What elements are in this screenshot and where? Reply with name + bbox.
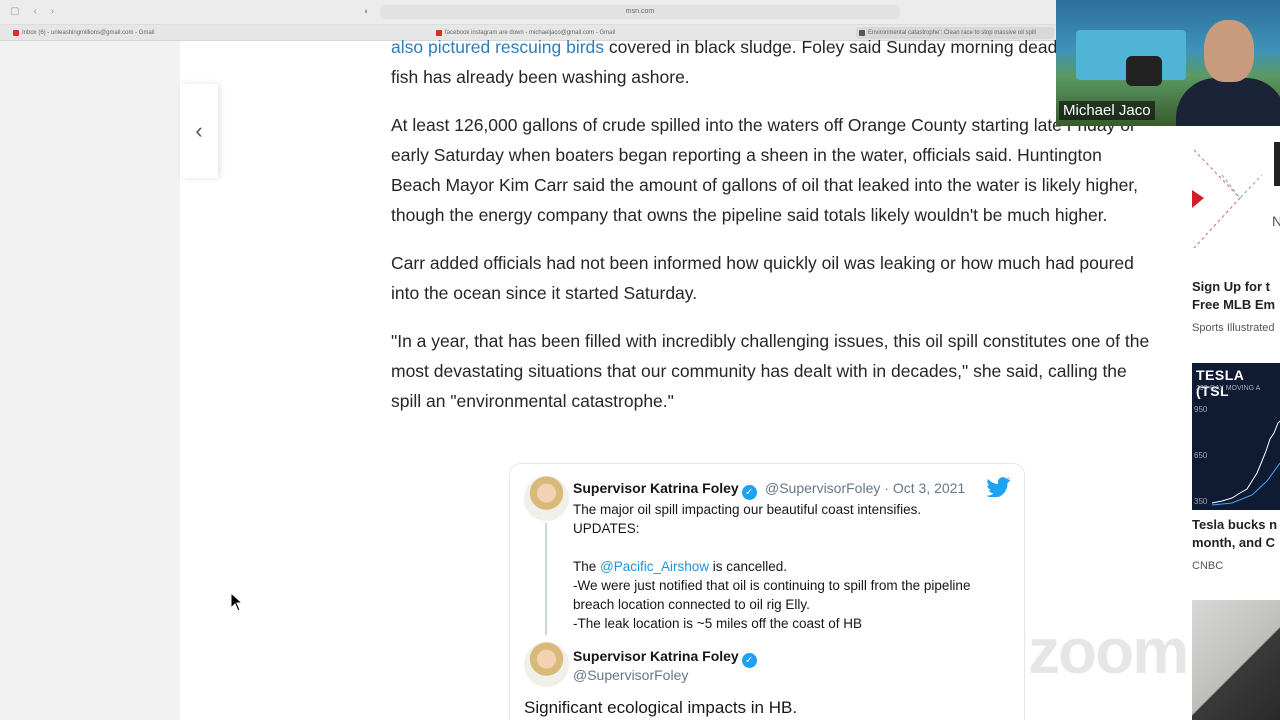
tweet-meta: @SupervisorFoley · Oct 3, 2021	[765, 480, 965, 496]
tweet-line: UPDATES:	[573, 521, 640, 536]
article-paragraph: Carr added officials had not been inform…	[391, 253, 1134, 303]
forward-arrow-icon[interactable]: ›	[51, 6, 54, 17]
svg-text:N: N	[1272, 213, 1280, 229]
tweet-handle[interactable]: @SupervisorFoley	[765, 480, 880, 496]
tweet-text: The major oil spill impacting our beauti…	[573, 500, 1013, 633]
tweet-line: -The leak location is ~5 miles off the c…	[573, 616, 863, 631]
author-name-text: Supervisor Katrina Foley	[573, 648, 739, 664]
verified-badge-icon: ✓	[741, 653, 757, 668]
tweet-line: -We were just notified that oil is conti…	[573, 578, 971, 612]
title-line: Tesla bucks n	[1192, 517, 1278, 532]
browser-nav-icons: ▢ ‹ ›	[10, 6, 54, 17]
previous-article-button[interactable]: ‹	[180, 84, 218, 178]
verified-badge-icon: ✓	[741, 485, 757, 500]
rail-card-title[interactable]: Sign Up for t Free MLB Em	[1192, 278, 1275, 314]
webcam-overlay: Michael Jaco	[1056, 0, 1280, 126]
browser-toolbar: ▢ ‹ › ◐ msn.com	[0, 0, 1056, 25]
quoted-author-name[interactable]: Supervisor Katrina Foley ✓	[573, 648, 757, 668]
gmail-icon	[13, 30, 19, 36]
pacific-airshow-mention-link[interactable]: @Pacific_Airshow	[600, 559, 709, 574]
rail-card-title[interactable]: Tesla bucks n month, and C	[1192, 516, 1277, 552]
webcam-background	[1126, 56, 1162, 86]
address-bar[interactable]: msn.com	[380, 5, 900, 19]
tab-gmail-inbox[interactable]: Inbox (6) - unleashingmillions@gmail.com…	[10, 27, 210, 39]
author-name-text: Supervisor Katrina Foley	[573, 480, 739, 496]
rail-card-source: Sports Illustrated	[1192, 322, 1275, 334]
avatar[interactable]	[524, 476, 569, 521]
webcam-person	[1204, 20, 1254, 82]
url-text: msn.com	[625, 8, 655, 15]
privacy-shield-icon[interactable]: ◐	[364, 6, 369, 16]
quoted-handle[interactable]: @SupervisorFoley	[573, 667, 688, 683]
quoted-avatar[interactable]	[524, 642, 569, 687]
tweet-line: The @Pacific_Airshow is cancelled.	[573, 557, 1013, 576]
quoted-tweet-text: Significant ecological impacts in HB.	[524, 698, 798, 717]
zoom-watermark: zoom	[1028, 615, 1189, 687]
title-line: Sign Up for t	[1192, 279, 1270, 294]
chevron-left-icon: ‹	[195, 118, 203, 143]
thread-line	[545, 523, 547, 635]
back-arrow-icon[interactable]: ‹	[33, 6, 36, 17]
article-paragraph: "In a year, that has been filled with in…	[391, 331, 1150, 411]
tab-label: Inbox (6) - unleashingmillions@gmail.com…	[22, 30, 155, 36]
rail-thumbnail[interactable]	[1192, 600, 1280, 720]
webcam-person	[1176, 78, 1280, 126]
article-paragraph: also pictured rescuing birds covered in …	[391, 32, 1151, 92]
ad-graphic[interactable]: N	[1192, 130, 1280, 255]
tweet-author-name[interactable]: Supervisor Katrina Foley ✓	[573, 480, 757, 500]
mouse-cursor-icon	[230, 592, 244, 612]
tweet-line: The major oil spill impacting our beauti…	[573, 502, 922, 517]
tesla-chart-thumbnail[interactable]: TESLA (TSL 200-DAY MOVING A 950 650 350	[1192, 363, 1280, 510]
title-line: Free MLB Em	[1192, 297, 1276, 312]
tweet-text-fragment: The	[573, 559, 601, 574]
article-paragraph: At least 126,000 gallons of crude spille…	[391, 115, 1139, 225]
meta-separator: ·	[884, 480, 889, 496]
participant-name: Michael Jaco	[1059, 101, 1155, 120]
sidebar-toggle-icon[interactable]: ▢	[10, 6, 19, 17]
rescuing-birds-link[interactable]: also pictured rescuing birds	[391, 37, 604, 57]
twitter-bird-icon[interactable]	[986, 477, 1010, 497]
thumb-line-chart	[1211, 420, 1280, 506]
page-gutter	[0, 41, 180, 720]
tweet-text-fragment: is cancelled.	[709, 559, 788, 574]
article-body: also pictured rescuing birds covered in …	[391, 37, 1151, 434]
tweet-date[interactable]: Oct 3, 2021	[893, 480, 965, 496]
rail-card-source: CNBC	[1192, 560, 1224, 572]
title-line: month, and C	[1192, 535, 1276, 550]
